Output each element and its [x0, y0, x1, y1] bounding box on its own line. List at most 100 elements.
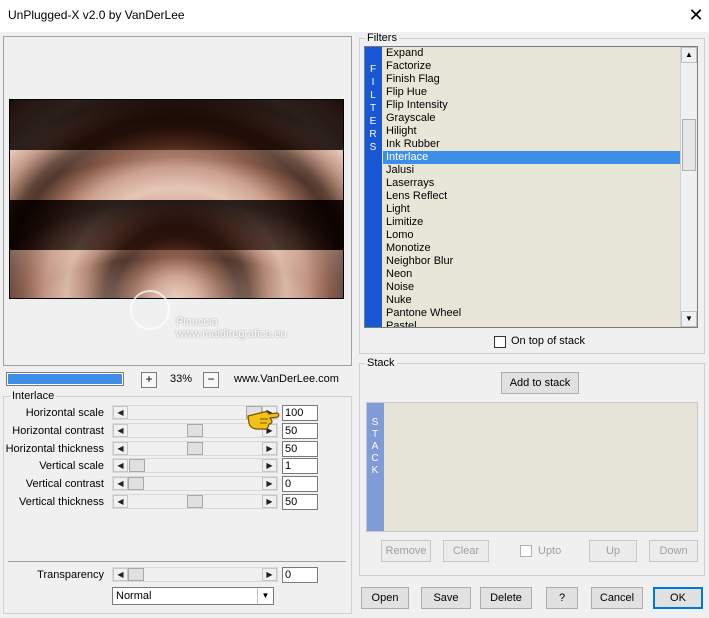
filter-list-item[interactable]: Expand [383, 47, 681, 60]
down-button[interactable]: Down [649, 540, 698, 562]
slider-thumb[interactable] [187, 495, 203, 508]
band-letter: F [369, 64, 378, 75]
filter-list-item[interactable]: Pastel [383, 320, 681, 327]
arrow-up-icon[interactable]: ▲ [681, 47, 697, 63]
band-letter: S [369, 142, 378, 153]
transparency-slider[interactable]: ◀ ▶ [112, 567, 278, 582]
arrow-down-icon[interactable]: ▼ [681, 311, 697, 327]
blend-mode-value: Normal [116, 590, 152, 602]
arrow-left-icon[interactable]: ◀ [113, 568, 128, 581]
filter-list-item[interactable]: Neighbor Blur [383, 255, 681, 268]
filter-list-item[interactable]: Ink Rubber [383, 138, 681, 151]
filter-list-item[interactable]: Pantone Wheel [383, 307, 681, 320]
stack-group-label: Stack [365, 357, 397, 369]
filter-list-item[interactable]: Flip Hue [383, 86, 681, 99]
param-value[interactable]: 50 [282, 441, 318, 457]
slider-thumb[interactable] [129, 459, 145, 472]
pointing-hand-icon [247, 411, 280, 430]
param-value[interactable]: 1 [282, 458, 318, 474]
delete-button[interactable]: Delete [480, 587, 532, 609]
stack-list[interactable]: STACK [366, 402, 698, 532]
param-value[interactable]: 100 [282, 405, 318, 421]
arrow-left-icon[interactable]: ◀ [113, 495, 128, 508]
remove-button[interactable]: Remove [381, 540, 431, 562]
scrollbar-thumb[interactable] [682, 119, 696, 171]
clear-button[interactable]: Clear [443, 540, 489, 562]
arrow-left-icon[interactable]: ◀ [113, 424, 128, 437]
band-letter: A [371, 441, 380, 452]
filter-list-item[interactable]: Neon [383, 268, 681, 281]
slider-thumb[interactable] [128, 568, 144, 581]
ok-button[interactable]: OK [653, 587, 703, 609]
website-link[interactable]: www.VanDerLee.com [234, 373, 339, 385]
zoom-level: 33% [170, 373, 193, 385]
transparency-label: Transparency [37, 569, 104, 581]
close-icon[interactable]: ✕ [684, 4, 708, 28]
filter-list-item[interactable]: Nuke [383, 294, 681, 307]
filters-band: FILTERS [365, 47, 382, 327]
arrow-right-icon[interactable]: ▶ [262, 495, 277, 508]
filter-list-item[interactable]: Hilight [383, 125, 681, 138]
zoom-out-button[interactable]: − [203, 372, 219, 388]
band-letter: T [371, 429, 380, 440]
param-slider[interactable]: ◀ ▶ [112, 441, 278, 456]
preview-image[interactable] [9, 99, 344, 299]
filter-list-item[interactable]: Factorize [383, 60, 681, 73]
filters-items: Expand Factorize Finish Flag Flip Hue Flip I… [383, 47, 681, 327]
band-letter: E [369, 116, 378, 127]
cancel-button[interactable]: Cancel [591, 587, 643, 609]
arrow-right-icon[interactable]: ▶ [262, 477, 277, 490]
open-button[interactable]: Open [361, 587, 409, 609]
add-to-stack-button[interactable]: Add to stack [501, 372, 579, 394]
filter-list-item[interactable]: Lens Reflect [383, 190, 681, 203]
param-value[interactable]: 50 [282, 494, 318, 510]
param-label: Horizontal thickness [5, 443, 104, 455]
param-slider[interactable]: ◀ ▶ [112, 458, 278, 473]
arrow-right-icon[interactable]: ▶ [262, 459, 277, 472]
filter-list-item[interactable]: Noise [383, 281, 681, 294]
filter-list-item[interactable]: Interlace [383, 151, 681, 164]
band-letter: C [371, 453, 380, 464]
save-button[interactable]: Save [421, 587, 471, 609]
filter-list-item[interactable]: Finish Flag [383, 73, 681, 86]
filter-list-item[interactable]: Light [383, 203, 681, 216]
preview-band-dark [10, 100, 343, 150]
slider-thumb[interactable] [187, 424, 203, 437]
arrow-right-icon[interactable]: ▶ [262, 568, 277, 581]
param-value[interactable]: 50 [282, 423, 318, 439]
zoom-in-button[interactable]: + [141, 372, 157, 388]
slider-thumb[interactable] [187, 442, 203, 455]
transparency-value[interactable]: 0 [282, 567, 318, 583]
slider-thumb[interactable] [128, 477, 144, 490]
help-button[interactable]: ? [546, 587, 578, 609]
chevron-down-icon[interactable]: ▼ [257, 588, 273, 604]
filter-list-item[interactable]: Flip Intensity [383, 99, 681, 112]
watermark-name: Pinuccia [176, 316, 218, 328]
filter-list-item[interactable]: Jalusi [383, 164, 681, 177]
progress-fill [8, 374, 122, 384]
arrow-left-icon[interactable]: ◀ [113, 459, 128, 472]
filter-list-item[interactable]: Limitize [383, 216, 681, 229]
preview-band-dark [10, 200, 343, 250]
up-button[interactable]: Up [589, 540, 637, 562]
arrow-left-icon[interactable]: ◀ [113, 406, 128, 419]
param-label: Vertical scale [39, 460, 104, 472]
upto-checkbox[interactable] [520, 545, 532, 557]
param-value[interactable]: 0 [282, 476, 318, 492]
arrow-right-icon[interactable]: ▶ [262, 442, 277, 455]
filter-list-item[interactable]: Monotize [383, 242, 681, 255]
param-slider[interactable]: ◀ ▶ [112, 476, 278, 491]
filter-list-item[interactable]: Grayscale [383, 112, 681, 125]
preview-band-light [10, 150, 343, 200]
arrow-left-icon[interactable]: ◀ [113, 442, 128, 455]
on-top-checkbox[interactable] [494, 336, 506, 348]
param-slider[interactable]: ◀ ▶ [112, 494, 278, 509]
blend-mode-select[interactable]: Normal ▼ [112, 587, 274, 605]
band-letter: I [371, 77, 376, 88]
filters-scrollbar[interactable]: ▲ ▼ [680, 47, 697, 327]
filter-list-item[interactable]: Lomo [383, 229, 681, 242]
arrow-left-icon[interactable]: ◀ [113, 477, 128, 490]
upto-label: Upto [538, 545, 562, 557]
filters-list[interactable]: FILTERS Expand Factorize Finish Flag Flip H… [364, 46, 698, 328]
filter-list-item[interactable]: Laserrays [383, 177, 681, 190]
